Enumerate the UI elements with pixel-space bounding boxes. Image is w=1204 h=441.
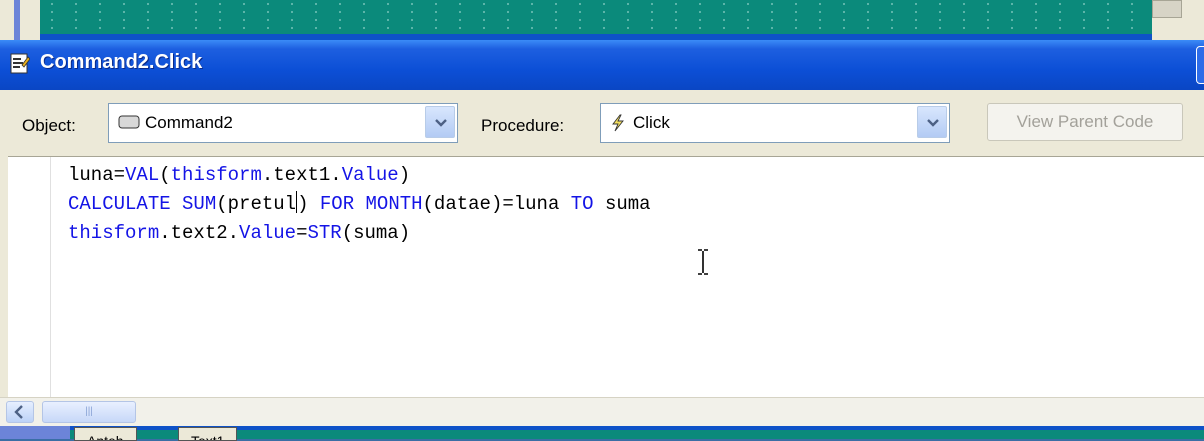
ibeam-cursor-icon bbox=[698, 249, 708, 275]
form-designer-background bbox=[0, 0, 1204, 40]
scroll-left-button[interactable] bbox=[6, 401, 34, 423]
scroll-thumb[interactable]: ||| bbox=[42, 401, 136, 423]
procedure-combo[interactable]: Click bbox=[600, 103, 950, 143]
editor-gutter bbox=[8, 157, 51, 398]
window-title: Command2.Click bbox=[40, 51, 203, 73]
designer-edge bbox=[14, 0, 20, 40]
command-button-icon bbox=[118, 115, 140, 129]
form-designer-bottom: Anteh Text1 bbox=[0, 426, 1204, 441]
code-line: CALCULATE SUM(pretul) FOR MONTH(datae)=l… bbox=[68, 191, 651, 215]
form-grid bbox=[40, 0, 1152, 34]
object-combo[interactable]: Command2 bbox=[108, 103, 458, 143]
chevron-left-icon bbox=[14, 405, 23, 419]
designer-scroll-corner bbox=[1152, 0, 1182, 18]
code-window-icon bbox=[10, 53, 30, 74]
view-parent-code-button[interactable]: View Parent Code bbox=[987, 103, 1183, 141]
designer-edge bbox=[0, 426, 70, 439]
window-control-button[interactable] bbox=[1196, 46, 1204, 84]
horizontal-scrollbar[interactable]: ||| bbox=[0, 397, 1204, 427]
code-line: thisform.text2.Value=STR(suma) bbox=[68, 222, 411, 244]
code-line: luna=VAL(thisform.text1.Value) bbox=[68, 164, 411, 186]
chevron-down-icon bbox=[435, 119, 447, 127]
procedure-dropdown-button[interactable] bbox=[917, 106, 947, 138]
title-bar[interactable]: Command2.Click bbox=[0, 40, 1204, 90]
object-dropdown-button[interactable] bbox=[425, 106, 455, 138]
procedure-value: Click bbox=[633, 113, 670, 132]
lightning-icon bbox=[612, 114, 624, 132]
code-toolbar: Object: Command2 Procedure: Click View P… bbox=[0, 90, 1204, 156]
code-editor[interactable]: luna=VAL(thisform.text1.Value) CALCULATE … bbox=[8, 156, 1204, 398]
code-text[interactable]: luna=VAL(thisform.text1.Value) CALCULATE … bbox=[68, 161, 651, 248]
object-value: Command2 bbox=[145, 113, 233, 132]
procedure-label: Procedure: bbox=[481, 116, 565, 135]
code-window: Command2.Click Object: Command2 Procedur… bbox=[0, 40, 1204, 427]
chevron-down-icon bbox=[927, 119, 939, 127]
object-label: Object: bbox=[22, 116, 76, 135]
